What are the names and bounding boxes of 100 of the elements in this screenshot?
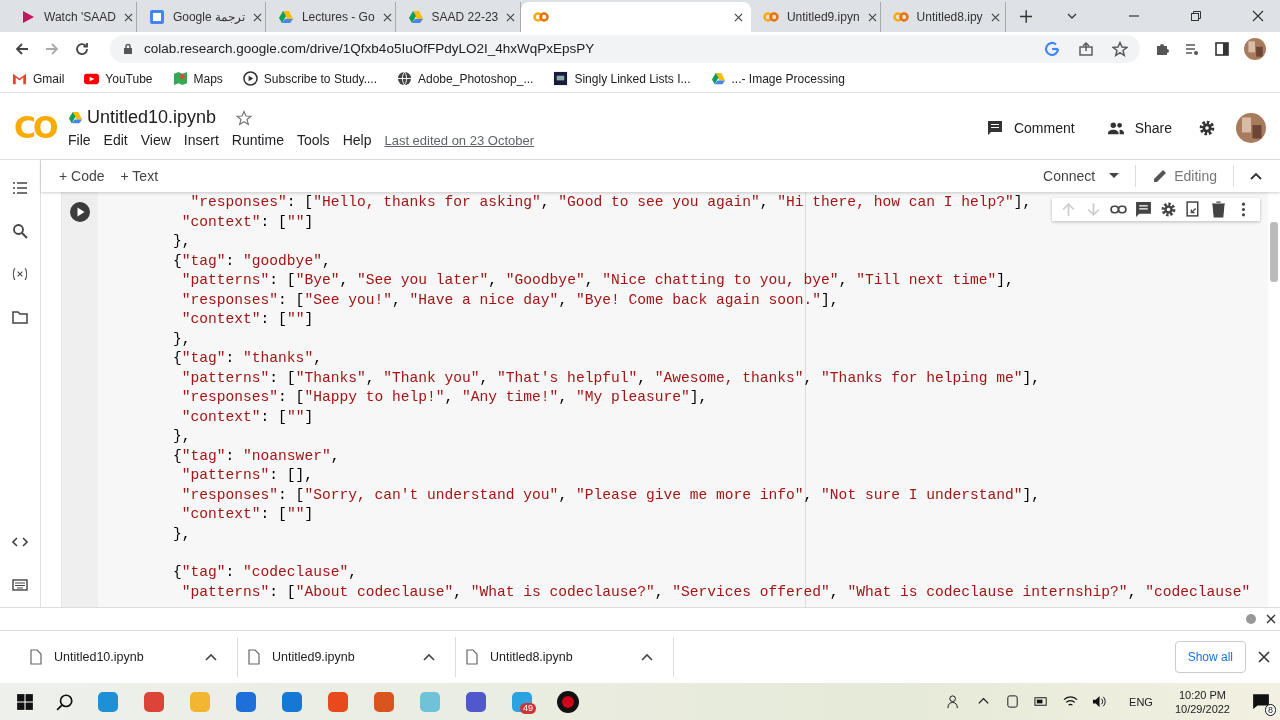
variables-icon[interactable] [12,266,28,282]
comment-icon [985,119,1004,136]
taskbar-app[interactable] [556,689,580,714]
browser-tab[interactable]: Untitled8.ipy [880,2,1006,32]
bookmark[interactable]: Singly Linked Lists I... [553,71,691,86]
app-icon [96,689,120,714]
table-of-contents-icon[interactable] [12,180,28,196]
editing-button[interactable]: Editing [1144,168,1225,184]
search-icon[interactable] [12,223,28,239]
reload-icon[interactable] [74,40,90,57]
trash-icon[interactable] [1210,201,1227,218]
new-tab-icon[interactable] [1019,9,1032,23]
tab-title: Lectures - Go [301,10,375,24]
share-button[interactable]: Share [1100,118,1178,137]
comment-icon[interactable] [1135,201,1152,218]
menu-item[interactable]: Runtime [231,132,284,148]
app-icon [372,689,396,714]
restore-icon[interactable] [1190,10,1202,22]
star-icon[interactable] [236,109,253,126]
scrollbar-thumb[interactable] [1246,614,1256,624]
code-line: }, [173,427,191,446]
tab-title: Untitled9.ipyn [786,10,860,24]
file-icon [466,649,478,665]
clock[interactable]: 10:20 PM 10/29/2022 [1174,687,1230,716]
meet-icon[interactable] [1005,694,1021,709]
bookmark[interactable]: ...- Image Processing [710,71,845,86]
menu-item[interactable]: Edit [103,132,128,148]
app-icon [326,689,350,714]
menu-item[interactable]: Help [342,132,372,148]
close-icon[interactable] [990,12,1000,22]
share-icon[interactable] [1078,40,1094,57]
battery-icon[interactable] [1034,694,1050,709]
settings-icon[interactable] [1198,118,1216,137]
notification-button[interactable]: 8 [1252,691,1272,712]
download-item[interactable]: Untitled10.ipynb [20,637,238,677]
speaker-icon[interactable] [1092,694,1108,709]
google-icon[interactable] [1044,40,1060,57]
chevron-up-icon[interactable] [641,653,653,661]
code-line: {"tag": "codeclause", [173,563,357,582]
browser-tab[interactable]: Lectures - Go [265,2,396,32]
file-icon [248,649,260,665]
close-icon[interactable] [382,12,392,22]
scrollbar[interactable] [1270,222,1278,282]
close-icon[interactable] [1252,10,1264,22]
add-code-button[interactable]: + Code [51,168,113,184]
close-icon[interactable] [123,12,133,22]
chevron-up-icon[interactable] [205,653,217,661]
close-icon[interactable] [252,12,262,22]
drive-icon [277,9,294,25]
chevron-up-icon[interactable] [1250,172,1262,180]
close-icon[interactable] [1258,651,1270,663]
settings-icon[interactable] [1160,201,1177,218]
bookmark[interactable]: Gmail [12,71,65,86]
folder-icon[interactable] [12,309,28,325]
star-icon[interactable] [1112,40,1128,57]
date-text: 10/29/2022 [1174,701,1230,716]
browser-tab[interactable]: SAAD 22-23 [395,2,521,32]
chevron-up-icon[interactable] [423,653,435,661]
close-icon[interactable] [1266,614,1276,624]
comment-button[interactable]: Comment [979,118,1081,137]
browser-tab[interactable]: Google ترجمة [136,2,266,32]
close-icon[interactable] [506,12,516,22]
browser-tab[interactable]: Watch 'SAAD [8,2,137,32]
bookmark-label: Maps [193,71,223,86]
browser-tab[interactable]: Untitled9.ipyn [750,2,881,32]
caret-icon [1109,173,1120,179]
drive-icon [68,110,83,125]
windows-icon[interactable] [16,692,34,711]
bookmark-label: ...- Image Processing [731,71,845,86]
add-text-button[interactable]: + Text [112,168,167,184]
connect-button[interactable]: Connect [1035,168,1128,184]
sidebar-icon[interactable] [1214,40,1230,57]
bookmark[interactable]: Subscribe to Study.... [242,71,377,86]
close-icon[interactable] [867,12,877,22]
language-indicator[interactable]: ENG [1129,695,1153,708]
run-button-icon[interactable] [70,202,90,222]
search-icon[interactable] [56,692,74,711]
menu-item[interactable]: Tools [296,132,330,148]
last-edited-link[interactable]: Last edited on 23 October [384,132,535,148]
taskbar-app[interactable]: 49 [510,689,534,714]
file-name: Untitled10.ipynb [54,650,145,664]
bookmark[interactable]: Maps [172,71,223,86]
download-item[interactable]: Untitled9.ipynb [238,637,456,677]
menu-item[interactable]: Insert [183,132,219,148]
keyboard-icon[interactable] [12,577,28,593]
code-cell[interactable] [61,192,1268,607]
tab-title: Untitled8.ipy [916,10,983,24]
notebook-title[interactable]: Untitled10.ipynb [87,107,217,128]
menu-item[interactable]: View [140,132,171,148]
bookmark[interactable]: YouTube [84,71,153,86]
bookmark-label: Adobe_Photoshop_... [418,71,534,86]
drive-icon [710,71,726,86]
show-all-button[interactable]: Show all [1174,641,1246,673]
menu-item[interactable]: File [68,132,91,148]
address-bar[interactable]: colab.research.google.com/drive/1Qfxb4o5IuOfFPdyLO2I_4hxWqPxEpsPY [110,34,1140,63]
close-icon[interactable] [733,12,743,22]
square-icon [553,71,569,86]
bookmark[interactable]: Adobe_Photoshop_... [397,71,534,86]
download-item[interactable]: Untitled8.ipynb [456,637,674,677]
back-icon[interactable] [14,40,30,57]
